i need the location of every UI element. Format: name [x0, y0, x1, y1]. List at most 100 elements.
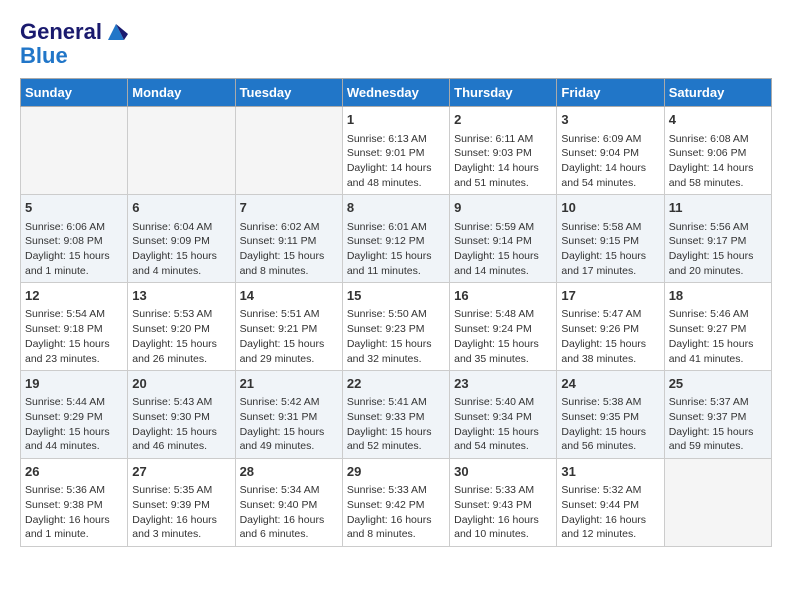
calendar-cell: 9 Sunrise: 5:59 AM Sunset: 9:14 PM Daylig… [450, 195, 557, 283]
day-info: Sunrise: 6:06 AM Sunset: 9:08 PM Dayligh… [25, 220, 123, 279]
header-friday: Friday [557, 79, 664, 107]
calendar-cell: 12Sunrise: 5:54 AM Sunset: 9:18 PM Dayli… [21, 283, 128, 371]
day-number: 27 [132, 463, 230, 481]
day-number: 9 [454, 199, 552, 217]
calendar-cell: 20Sunrise: 5:43 AM Sunset: 9:30 PM Dayli… [128, 371, 235, 459]
logo-text-general: General [20, 20, 102, 44]
day-info: Sunrise: 5:56 AM Sunset: 9:17 PM Dayligh… [669, 220, 767, 279]
calendar-cell: 28 Sunrise: 5:34 AM Sunset: 9:40 PM Dayli… [235, 459, 342, 547]
day-number: 11 [669, 199, 767, 217]
calendar-cell: 31 Sunrise: 5:32 AM Sunset: 9:44 PM Dayli… [557, 459, 664, 547]
day-number: 21 [240, 375, 338, 393]
day-info: Sunrise: 5:38 AM Sunset: 9:35 PM Dayligh… [561, 395, 659, 454]
calendar-cell: 10 Sunrise: 5:58 AM Sunset: 9:15 PM Dayli… [557, 195, 664, 283]
day-info: Sunrise: 5:33 AM Sunset: 9:43 PM Dayligh… [454, 483, 552, 542]
day-number: 10 [561, 199, 659, 217]
week-row-2: 12Sunrise: 5:54 AM Sunset: 9:18 PM Dayli… [21, 283, 772, 371]
header-sunday: Sunday [21, 79, 128, 107]
day-info: Sunrise: 6:08 AM Sunset: 9:06 PM Dayligh… [669, 132, 767, 191]
calendar-cell: 3 Sunrise: 6:09 AM Sunset: 9:04 PM Daylig… [557, 107, 664, 195]
day-number: 18 [669, 287, 767, 305]
calendar-cell: 4Sunrise: 6:08 AM Sunset: 9:06 PM Daylig… [664, 107, 771, 195]
day-number: 19 [25, 375, 123, 393]
logo: General Blue [20, 20, 128, 68]
day-info: Sunrise: 5:35 AM Sunset: 9:39 PM Dayligh… [132, 483, 230, 542]
days-header-row: SundayMondayTuesdayWednesdayThursdayFrid… [21, 79, 772, 107]
day-info: Sunrise: 6:02 AM Sunset: 9:11 PM Dayligh… [240, 220, 338, 279]
day-info: Sunrise: 5:51 AM Sunset: 9:21 PM Dayligh… [240, 307, 338, 366]
calendar-cell: 19Sunrise: 5:44 AM Sunset: 9:29 PM Dayli… [21, 371, 128, 459]
calendar-cell: 25 Sunrise: 5:37 AM Sunset: 9:37 PM Dayli… [664, 371, 771, 459]
header-wednesday: Wednesday [342, 79, 449, 107]
day-info: Sunrise: 5:36 AM Sunset: 9:38 PM Dayligh… [25, 483, 123, 542]
day-info: Sunrise: 5:34 AM Sunset: 9:40 PM Dayligh… [240, 483, 338, 542]
calendar-table: SundayMondayTuesdayWednesdayThursdayFrid… [20, 78, 772, 547]
day-number: 29 [347, 463, 445, 481]
day-info: Sunrise: 5:54 AM Sunset: 9:18 PM Dayligh… [25, 307, 123, 366]
calendar-cell [21, 107, 128, 195]
day-info: Sunrise: 5:58 AM Sunset: 9:15 PM Dayligh… [561, 220, 659, 279]
week-row-4: 26Sunrise: 5:36 AM Sunset: 9:38 PM Dayli… [21, 459, 772, 547]
calendar-cell: 15Sunrise: 5:50 AM Sunset: 9:23 PM Dayli… [342, 283, 449, 371]
day-info: Sunrise: 6:11 AM Sunset: 9:03 PM Dayligh… [454, 132, 552, 191]
calendar-cell: 29 Sunrise: 5:33 AM Sunset: 9:42 PM Dayli… [342, 459, 449, 547]
header-saturday: Saturday [664, 79, 771, 107]
day-number: 22 [347, 375, 445, 393]
calendar-cell: 13Sunrise: 5:53 AM Sunset: 9:20 PM Dayli… [128, 283, 235, 371]
day-info: Sunrise: 5:59 AM Sunset: 9:14 PM Dayligh… [454, 220, 552, 279]
calendar-cell: 27 Sunrise: 5:35 AM Sunset: 9:39 PM Dayli… [128, 459, 235, 547]
day-number: 16 [454, 287, 552, 305]
calendar-cell: 18 Sunrise: 5:46 AM Sunset: 9:27 PM Dayli… [664, 283, 771, 371]
day-number: 31 [561, 463, 659, 481]
day-number: 8 [347, 199, 445, 217]
day-number: 1 [347, 111, 445, 129]
day-number: 25 [669, 375, 767, 393]
logo-text-blue: Blue [20, 44, 68, 68]
page-header: General Blue [20, 20, 772, 68]
calendar-cell: 21 Sunrise: 5:42 AM Sunset: 9:31 PM Dayli… [235, 371, 342, 459]
day-info: Sunrise: 6:09 AM Sunset: 9:04 PM Dayligh… [561, 132, 659, 191]
calendar-cell [128, 107, 235, 195]
week-row-3: 19Sunrise: 5:44 AM Sunset: 9:29 PM Dayli… [21, 371, 772, 459]
day-number: 3 [561, 111, 659, 129]
header-thursday: Thursday [450, 79, 557, 107]
day-number: 28 [240, 463, 338, 481]
header-tuesday: Tuesday [235, 79, 342, 107]
calendar-cell: 14 Sunrise: 5:51 AM Sunset: 9:21 PM Dayli… [235, 283, 342, 371]
day-number: 2 [454, 111, 552, 129]
day-info: Sunrise: 5:37 AM Sunset: 9:37 PM Dayligh… [669, 395, 767, 454]
day-number: 6 [132, 199, 230, 217]
calendar-cell: 1 Sunrise: 6:13 AM Sunset: 9:01 PM Daylig… [342, 107, 449, 195]
day-number: 17 [561, 287, 659, 305]
day-info: Sunrise: 6:01 AM Sunset: 9:12 PM Dayligh… [347, 220, 445, 279]
week-row-0: 1 Sunrise: 6:13 AM Sunset: 9:01 PM Daylig… [21, 107, 772, 195]
day-info: Sunrise: 5:43 AM Sunset: 9:30 PM Dayligh… [132, 395, 230, 454]
day-number: 23 [454, 375, 552, 393]
day-number: 30 [454, 463, 552, 481]
day-info: Sunrise: 5:33 AM Sunset: 9:42 PM Dayligh… [347, 483, 445, 542]
calendar-cell: 6Sunrise: 6:04 AM Sunset: 9:09 PM Daylig… [128, 195, 235, 283]
calendar-cell: 30 Sunrise: 5:33 AM Sunset: 9:43 PM Dayli… [450, 459, 557, 547]
calendar-cell [664, 459, 771, 547]
calendar-cell: 24 Sunrise: 5:38 AM Sunset: 9:35 PM Dayli… [557, 371, 664, 459]
day-info: Sunrise: 5:42 AM Sunset: 9:31 PM Dayligh… [240, 395, 338, 454]
week-row-1: 5 Sunrise: 6:06 AM Sunset: 9:08 PM Daylig… [21, 195, 772, 283]
day-info: Sunrise: 5:46 AM Sunset: 9:27 PM Dayligh… [669, 307, 767, 366]
day-number: 24 [561, 375, 659, 393]
day-info: Sunrise: 5:40 AM Sunset: 9:34 PM Dayligh… [454, 395, 552, 454]
day-number: 5 [25, 199, 123, 217]
day-info: Sunrise: 5:41 AM Sunset: 9:33 PM Dayligh… [347, 395, 445, 454]
calendar-cell [235, 107, 342, 195]
calendar-cell: 22 Sunrise: 5:41 AM Sunset: 9:33 PM Dayli… [342, 371, 449, 459]
day-number: 14 [240, 287, 338, 305]
day-number: 7 [240, 199, 338, 217]
day-info: Sunrise: 5:50 AM Sunset: 9:23 PM Dayligh… [347, 307, 445, 366]
calendar-cell: 2 Sunrise: 6:11 AM Sunset: 9:03 PM Daylig… [450, 107, 557, 195]
logo-icon [104, 20, 128, 44]
calendar-cell: 8 Sunrise: 6:01 AM Sunset: 9:12 PM Daylig… [342, 195, 449, 283]
day-info: Sunrise: 5:32 AM Sunset: 9:44 PM Dayligh… [561, 483, 659, 542]
calendar-cell: 5 Sunrise: 6:06 AM Sunset: 9:08 PM Daylig… [21, 195, 128, 283]
day-info: Sunrise: 6:13 AM Sunset: 9:01 PM Dayligh… [347, 132, 445, 191]
calendar-cell: 16Sunrise: 5:48 AM Sunset: 9:24 PM Dayli… [450, 283, 557, 371]
day-info: Sunrise: 5:53 AM Sunset: 9:20 PM Dayligh… [132, 307, 230, 366]
